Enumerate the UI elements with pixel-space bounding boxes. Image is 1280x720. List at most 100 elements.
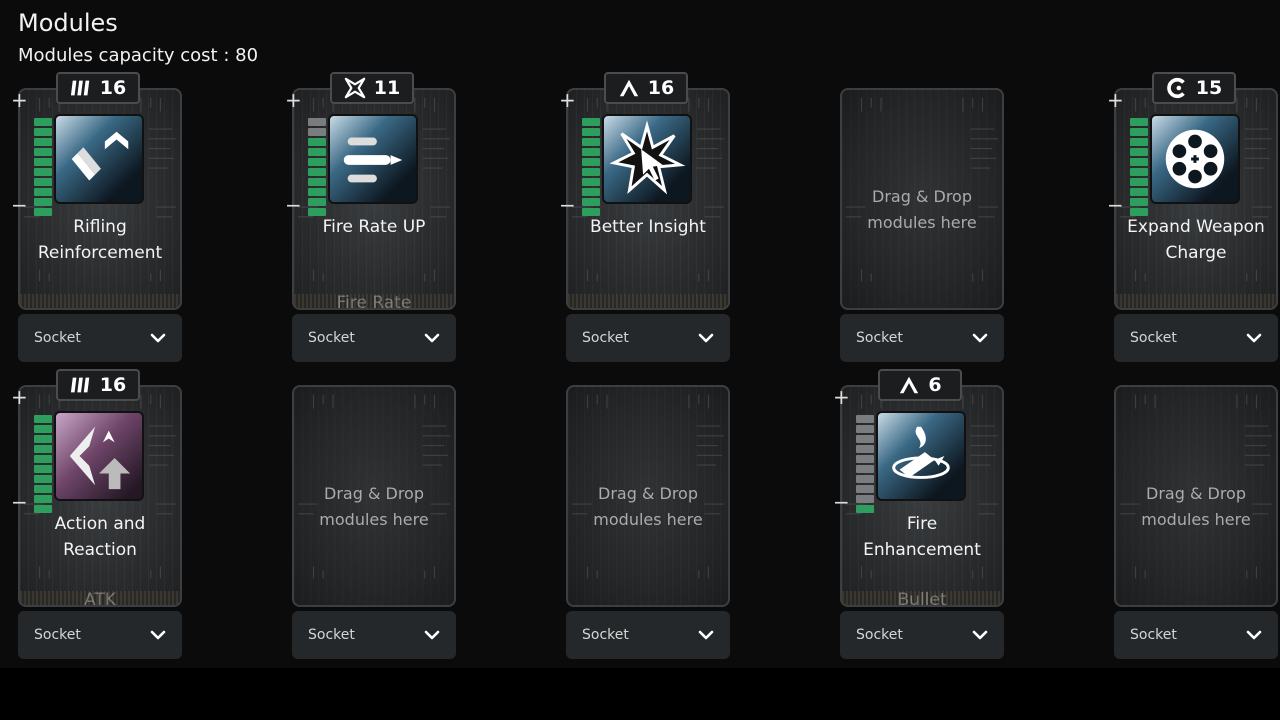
level-pip: [34, 445, 52, 453]
module-name-line2: Reaction: [63, 540, 137, 560]
module-card[interactable]: Fire Rate UPFire Rate: [292, 88, 456, 310]
socket-dropdown[interactable]: Socket: [1114, 314, 1278, 362]
chevron-down-icon: [150, 333, 166, 343]
module-level-bars: [308, 118, 326, 218]
module-slot[interactable]: Expand Weapon Charge 15 + − Socket: [1107, 72, 1278, 362]
socket-label: Socket: [1130, 627, 1177, 643]
level-pip: [856, 445, 874, 453]
module-level-bars: [34, 415, 52, 515]
module-name-line2: Charge: [1165, 243, 1227, 263]
module-slot[interactable]: Better Insight 16 + − Socket: [559, 72, 730, 362]
level-pip: [308, 138, 326, 146]
level-up-button[interactable]: +: [11, 387, 28, 407]
empty-module-card[interactable]: Drag & Drop modules here: [840, 88, 1004, 310]
level-pip: [308, 168, 326, 176]
level-down-button[interactable]: −: [559, 195, 576, 215]
socket-label: Socket: [1130, 330, 1177, 346]
capacity-cost-value: 16: [99, 77, 127, 99]
level-pip: [1130, 148, 1148, 156]
module-slot[interactable]: Drag & Drop modules here Socket: [1114, 379, 1278, 659]
level-down-button[interactable]: −: [1107, 195, 1124, 215]
module-card[interactable]: Expand Weapon Charge: [1114, 88, 1278, 310]
level-up-button[interactable]: +: [11, 90, 28, 110]
level-pip: [582, 148, 600, 156]
level-up-button[interactable]: +: [285, 90, 302, 110]
drop-hint: Drag & Drop modules here: [842, 184, 1002, 236]
module-slot[interactable]: Drag & Drop modules here Socket: [566, 379, 730, 659]
module-slot[interactable]: FireEnhancementBullet6+−Socket: [833, 369, 1004, 659]
socket-label: Socket: [34, 627, 81, 643]
level-pip: [856, 455, 874, 463]
level-up-button[interactable]: +: [833, 387, 850, 407]
empty-module-card[interactable]: Drag & Drop modules here: [292, 385, 456, 607]
module-level-bars: [34, 118, 52, 218]
c-shape-icon: [1166, 77, 1188, 99]
level-pip: [308, 148, 326, 156]
module-name-line1: Better Insight: [590, 217, 706, 237]
capacity-cost-tab: 15: [1152, 72, 1236, 104]
level-up-button[interactable]: +: [1107, 90, 1124, 110]
bullet-upgrade-icon: [54, 114, 144, 204]
module-name-line1: Expand Weapon: [1127, 217, 1265, 237]
module-name-line1: Action and: [54, 514, 146, 534]
socket-label: Socket: [856, 627, 903, 643]
level-down-button[interactable]: −: [285, 195, 302, 215]
empty-module-card[interactable]: Drag & Drop modules here: [1114, 385, 1278, 607]
level-pip: [308, 178, 326, 186]
module-slot[interactable]: Action andReactionATK16+−Socket: [11, 369, 182, 659]
module-card[interactable]: Better Insight: [566, 88, 730, 310]
socket-dropdown[interactable]: Socket: [566, 314, 730, 362]
drop-hint: Drag & Drop modules here: [294, 481, 454, 533]
module-name: Fire Rate UP: [300, 214, 448, 240]
level-pip: [34, 435, 52, 443]
level-down-button[interactable]: −: [11, 195, 28, 215]
module-level-bars: [582, 118, 600, 218]
socket-dropdown[interactable]: Socket: [840, 611, 1004, 659]
drop-hint: Drag & Drop modules here: [1116, 481, 1276, 533]
drop-hint: Drag & Drop modules here: [568, 481, 728, 533]
module-slot[interactable]: Rifling Reinforcement 16 + − Socket: [11, 72, 182, 362]
level-pip: [1130, 138, 1148, 146]
bullet-flame-icon: [876, 411, 966, 501]
socket-label: Socket: [582, 627, 629, 643]
level-pip: [582, 188, 600, 196]
level-pip: [1130, 128, 1148, 136]
revolver-cylinder-icon: [1150, 114, 1240, 204]
level-pip: [856, 485, 874, 493]
drop-hint-line2: modules here: [867, 213, 977, 232]
module-slot[interactable]: Drag & Drop modules here Socket: [840, 82, 1004, 362]
module-card[interactable]: FireEnhancementBullet: [840, 385, 1004, 607]
capacity-cost-value: 11: [373, 77, 401, 99]
level-pip: [308, 158, 326, 166]
chevron-down-icon: [1246, 333, 1262, 343]
socket-dropdown[interactable]: Socket: [18, 611, 182, 659]
card-bottom-strip: [842, 591, 1002, 605]
level-pip: [856, 465, 874, 473]
level-up-button[interactable]: +: [559, 90, 576, 110]
drop-hint-line1: Drag & Drop: [598, 484, 698, 503]
level-pip: [34, 455, 52, 463]
bottom-bar: [0, 668, 1280, 720]
socket-dropdown[interactable]: Socket: [292, 314, 456, 362]
module-slot[interactable]: Drag & Drop modules here Socket: [292, 379, 456, 659]
empty-module-card[interactable]: Drag & Drop modules here: [566, 385, 730, 607]
socket-dropdown[interactable]: Socket: [1114, 611, 1278, 659]
level-pip: [34, 178, 52, 186]
socket-dropdown[interactable]: Socket: [566, 611, 730, 659]
level-down-button[interactable]: −: [833, 492, 850, 512]
chevron-down-icon: [1246, 630, 1262, 640]
module-slot[interactable]: Fire Rate UPFire Rate11 + − Socket: [285, 72, 456, 362]
drop-hint-line2: modules here: [593, 510, 703, 529]
triple-slash-icon: [70, 77, 92, 99]
level-down-button[interactable]: −: [11, 492, 28, 512]
module-card[interactable]: Action andReactionATK: [18, 385, 182, 607]
drop-hint-line1: Drag & Drop: [324, 484, 424, 503]
socket-dropdown[interactable]: Socket: [18, 314, 182, 362]
level-pip: [582, 198, 600, 206]
socket-dropdown[interactable]: Socket: [292, 611, 456, 659]
level-pip: [308, 118, 326, 126]
card-bottom-strip: [1116, 294, 1276, 308]
module-card[interactable]: Rifling Reinforcement: [18, 88, 182, 310]
module-name: Expand Weapon Charge: [1122, 214, 1270, 266]
socket-dropdown[interactable]: Socket: [840, 314, 1004, 362]
